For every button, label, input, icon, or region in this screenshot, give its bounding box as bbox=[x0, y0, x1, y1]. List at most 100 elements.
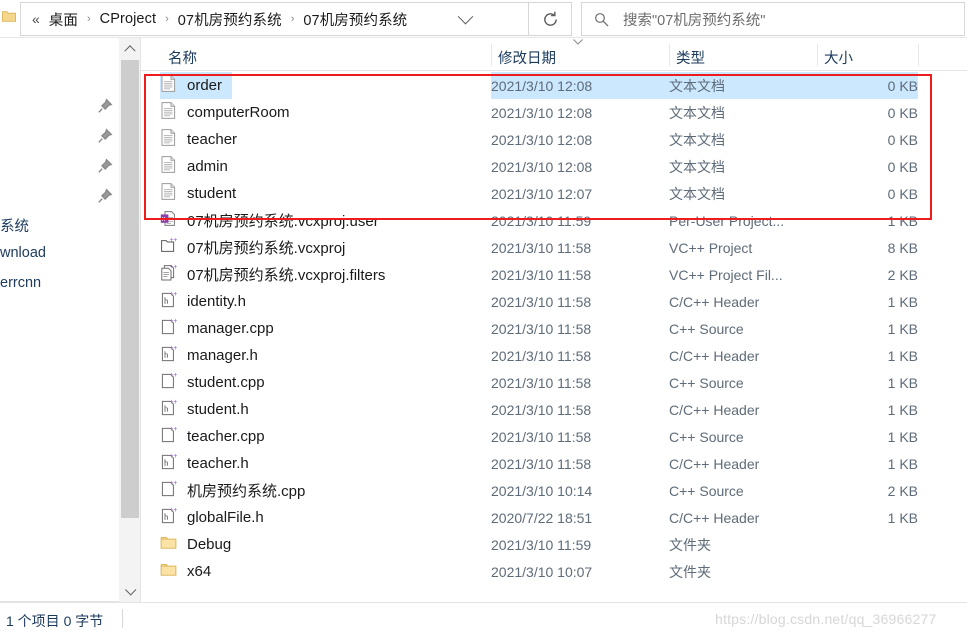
column-divider[interactable] bbox=[817, 44, 818, 66]
table-row[interactable]: ++ student.cpp 2021/3/10 11:58 C++ Source 1 … bbox=[141, 369, 967, 396]
table-row[interactable]: x64 2021/3/10 10:07 文件夹 bbox=[141, 558, 967, 585]
file-type-cell: 文本文档 bbox=[669, 131, 725, 148]
sidebar-item-label-1[interactable]: wnload bbox=[0, 245, 46, 261]
breadcrumb-item-0[interactable]: 桌面 bbox=[47, 9, 80, 30]
table-row[interactable]: ++ teacher.cpp 2021/3/10 11:58 C++ Source 1 … bbox=[141, 423, 967, 450]
file-name-cell[interactable]: h ++ teacher.h bbox=[160, 450, 259, 477]
file-date-cell: 2021/3/10 12:08 bbox=[491, 158, 593, 175]
file-name-label: teacher.h bbox=[187, 455, 249, 472]
file-date-cell: 2021/3/10 12:08 bbox=[491, 131, 593, 148]
file-name-cell[interactable]: x64 bbox=[160, 558, 221, 585]
svg-text:++: ++ bbox=[170, 318, 177, 325]
navigation-pane-scrollbar[interactable] bbox=[119, 38, 141, 602]
scroll-up-button[interactable] bbox=[119, 38, 141, 58]
text-document-icon bbox=[160, 74, 177, 97]
column-header-size[interactable]: 大小 bbox=[824, 47, 853, 68]
file-size-cell: 1 KB bbox=[887, 293, 918, 310]
file-list[interactable]: order 2021/3/10 12:08 文本文档 0 KB computerRoom… bbox=[141, 72, 967, 602]
file-name-cell[interactable]: Debug bbox=[160, 531, 241, 558]
file-name-label: student.h bbox=[187, 401, 249, 418]
file-name-cell[interactable]: h ++ manager.h bbox=[160, 342, 268, 369]
refresh-button[interactable] bbox=[528, 2, 572, 36]
column-divider[interactable] bbox=[918, 44, 919, 66]
svg-text:x: x bbox=[162, 216, 166, 223]
table-row[interactable]: h ++ student.h 2021/3/10 11:58 C/C++ Header 1… bbox=[141, 396, 967, 423]
search-box[interactable]: 搜索"07机房预约系统" bbox=[581, 2, 965, 36]
breadcrumb-back-glyph[interactable]: « bbox=[29, 12, 47, 26]
file-type-cell: C/C++ Header bbox=[669, 455, 760, 472]
table-row[interactable]: order 2021/3/10 12:08 文本文档 0 KB bbox=[141, 72, 967, 99]
breadcrumb-item-2[interactable]: 07机房预约系统 bbox=[176, 9, 284, 30]
file-date-cell: 2021/3/10 10:07 bbox=[491, 563, 593, 580]
column-header-type[interactable]: 类型 bbox=[676, 47, 705, 68]
column-divider[interactable] bbox=[491, 44, 492, 66]
column-divider[interactable] bbox=[669, 44, 670, 66]
file-name-cell[interactable]: h ++ student.h bbox=[160, 396, 259, 423]
file-type-cell: 文本文档 bbox=[669, 72, 817, 99]
table-row[interactable]: h ++ manager.h 2021/3/10 11:58 C/C++ Header 1… bbox=[141, 342, 967, 369]
table-row[interactable]: ++ 07机房预约系统.vcxproj.filters 2021/3/10 11:5… bbox=[141, 261, 967, 288]
breadcrumb-item-1[interactable]: CProject bbox=[98, 11, 158, 27]
file-name-cell[interactable]: order bbox=[160, 72, 233, 99]
scrollbar-thumb[interactable] bbox=[121, 60, 139, 518]
table-row[interactable]: ++ manager.cpp 2021/3/10 11:58 C++ Source 1 … bbox=[141, 315, 967, 342]
svg-text:++: ++ bbox=[170, 372, 177, 379]
breadcrumb-separator-0[interactable]: › bbox=[80, 13, 98, 25]
file-name-cell[interactable]: h ++ globalFile.h bbox=[160, 504, 274, 531]
pin-icon[interactable] bbox=[97, 158, 113, 174]
file-type-cell: C/C++ Header bbox=[669, 401, 760, 418]
sidebar-item-label-0[interactable]: 系统 bbox=[0, 215, 29, 236]
file-name-cell[interactable]: x 07机房预约系统.vcxproj.user bbox=[160, 207, 389, 234]
file-name-cell[interactable]: ++ teacher.cpp bbox=[160, 423, 275, 450]
file-type-cell: C/C++ Header bbox=[669, 347, 760, 364]
file-name-cell[interactable]: ++ 07机房预约系统.vcxproj.filters bbox=[160, 261, 395, 288]
file-name-cell[interactable]: computerRoom bbox=[160, 99, 300, 126]
table-row[interactable]: ++ 07机房预约系统.vcxproj 2021/3/10 11:58 VC++ Pr… bbox=[141, 234, 967, 261]
chevron-down-icon bbox=[457, 8, 473, 24]
pin-icon[interactable] bbox=[97, 188, 113, 204]
table-row[interactable]: student 2021/3/10 12:07 文本文档 0 KB bbox=[141, 180, 967, 207]
file-date-cell: 2021/3/10 11:58 bbox=[491, 455, 592, 472]
table-row[interactable]: ++ 机房预约系统.cpp 2021/3/10 10:14 C++ Source 2 K… bbox=[141, 477, 967, 504]
file-name-cell[interactable]: student bbox=[160, 180, 246, 207]
table-row[interactable]: admin 2021/3/10 12:08 文本文档 0 KB bbox=[141, 153, 967, 180]
table-row[interactable]: h ++ teacher.h 2021/3/10 11:58 C/C++ Header 1… bbox=[141, 450, 967, 477]
file-name-label: admin bbox=[187, 158, 228, 175]
file-name-cell[interactable]: teacher bbox=[160, 126, 247, 153]
file-name-cell[interactable]: ++ 07机房预约系统.vcxproj bbox=[160, 234, 355, 261]
breadcrumb-separator-1[interactable]: › bbox=[158, 13, 176, 25]
cpp-header-icon: h ++ bbox=[160, 399, 178, 421]
table-row[interactable]: computerRoom 2021/3/10 12:08 文本文档 0 KB bbox=[141, 99, 967, 126]
file-size-cell: 1 KB bbox=[887, 374, 918, 391]
file-date-cell: 2020/7/22 18:51 bbox=[491, 509, 593, 526]
sort-descending-icon bbox=[573, 39, 583, 45]
table-row[interactable]: h ++ globalFile.h 2020/7/22 18:51 C/C++ Head… bbox=[141, 504, 967, 531]
pin-icon[interactable] bbox=[97, 128, 113, 144]
breadcrumb-dropdown-button[interactable] bbox=[444, 3, 486, 35]
breadcrumb-separator-2[interactable]: › bbox=[284, 13, 302, 25]
column-header-name[interactable]: 名称 bbox=[168, 47, 197, 68]
status-item-count: 1 个项目 0 字节 bbox=[6, 613, 104, 629]
file-date-cell: 2021/3/10 12:08 bbox=[491, 72, 669, 99]
file-date-cell: 2021/3/10 12:08 bbox=[491, 104, 593, 121]
table-row[interactable]: h ++ identity.h 2021/3/10 11:58 C/C++ Header… bbox=[141, 288, 967, 315]
pin-icon[interactable] bbox=[97, 98, 113, 114]
file-name-cell[interactable]: ++ student.cpp bbox=[160, 369, 275, 396]
cpp-source-icon: ++ bbox=[160, 426, 178, 448]
column-header-date[interactable]: 修改日期 bbox=[498, 47, 556, 68]
cpp-source-icon: ++ bbox=[160, 480, 178, 502]
breadcrumb-bar[interactable]: « 桌面 › CProject › 07机房预约系统 › 07机房预约系统 bbox=[20, 2, 528, 36]
table-row[interactable]: x 07机房预约系统.vcxproj.user 2021/3/10 11:59 Per… bbox=[141, 207, 967, 234]
file-name-cell[interactable]: admin bbox=[160, 153, 238, 180]
vcxproj-icon: ++ bbox=[160, 237, 178, 259]
file-name-label: identity.h bbox=[187, 293, 246, 310]
breadcrumb-item-3[interactable]: 07机房预约系统 bbox=[301, 9, 409, 30]
table-row[interactable]: teacher 2021/3/10 12:08 文本文档 0 KB bbox=[141, 126, 967, 153]
sidebar-item-label-2[interactable]: errcnn bbox=[0, 275, 41, 291]
search-input-placeholder[interactable]: 搜索"07机房预约系统" bbox=[623, 9, 765, 30]
table-row[interactable]: Debug 2021/3/10 11:59 文件夹 bbox=[141, 531, 967, 558]
file-name-cell[interactable]: ++ manager.cpp bbox=[160, 315, 284, 342]
scroll-down-button[interactable] bbox=[119, 582, 141, 602]
file-name-cell[interactable]: ++ 机房预约系统.cpp bbox=[160, 477, 315, 504]
file-name-cell[interactable]: h ++ identity.h bbox=[160, 288, 256, 315]
